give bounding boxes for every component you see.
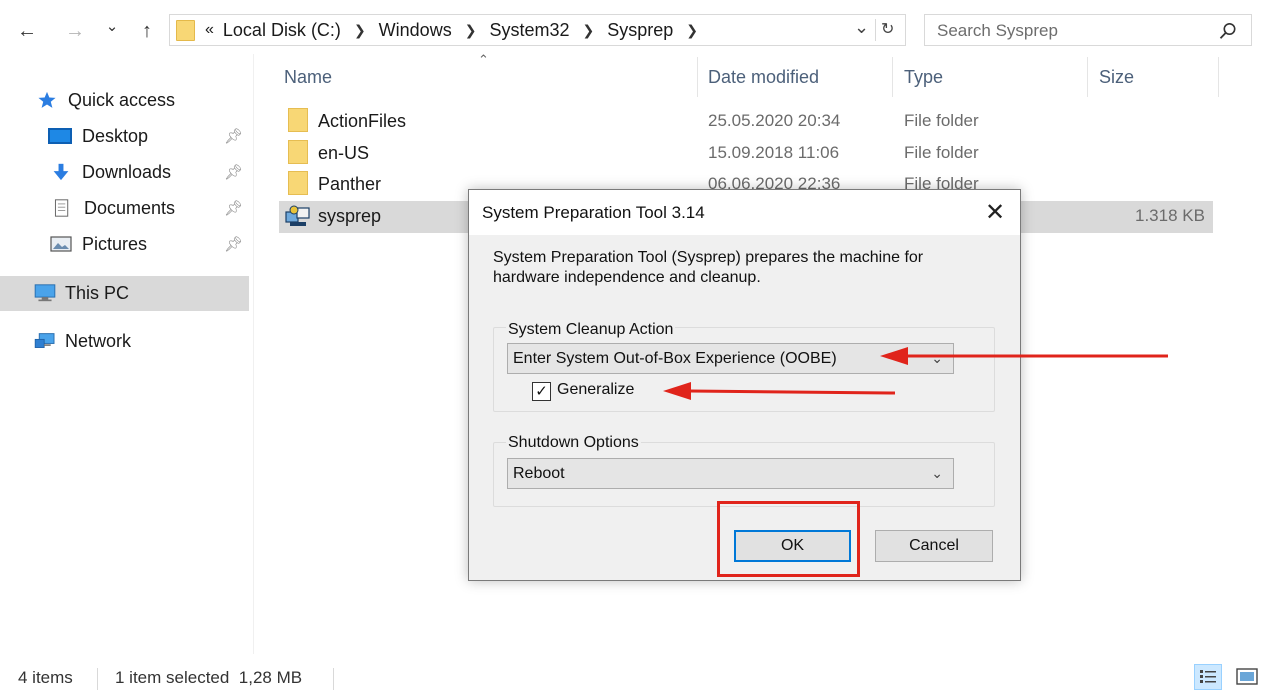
arrow-to-cleanup-action <box>880 347 1168 365</box>
arrow-to-generalize <box>663 382 896 400</box>
annotation-arrows <box>663 347 1168 400</box>
